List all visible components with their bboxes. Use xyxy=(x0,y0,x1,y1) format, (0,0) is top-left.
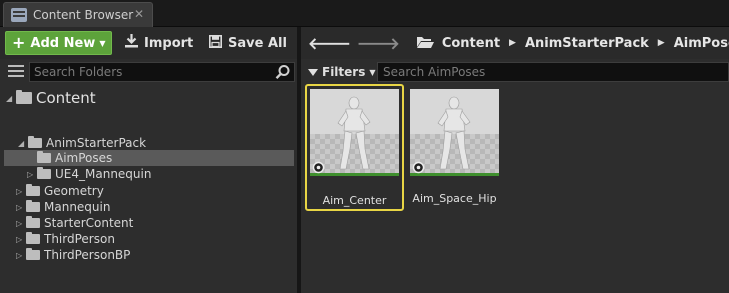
sources-toggle-icon[interactable] xyxy=(8,65,24,79)
asset-tile-aim-space-hip[interactable]: Aim_Space_Hip xyxy=(405,84,504,211)
tree-item-geometry[interactable]: ▷ Geometry xyxy=(16,183,104,199)
sources-panel: + Add New ▼ Import Save All Search Folde… xyxy=(0,27,297,293)
tree-item-content[interactable]: ◢ Content xyxy=(6,89,96,107)
animation-asset-icon xyxy=(412,161,425,174)
folder-open-icon xyxy=(16,90,32,104)
asset-name: Aim_Center xyxy=(322,194,387,207)
folder-search-box[interactable] xyxy=(29,62,295,82)
import-button[interactable]: Import xyxy=(125,31,193,55)
breadcrumb-animstarterpack[interactable]: AnimStarterPack xyxy=(525,36,649,51)
asset-view-panel: 🡐 🡒 Content ▶ AnimStarterPack ▶ AimPoses… xyxy=(301,27,729,293)
tab-content-browser[interactable]: Content Browser ✕ xyxy=(3,2,153,27)
tree-item-label: UE4_Mannequin xyxy=(55,167,152,181)
folder-search-input[interactable] xyxy=(30,63,260,81)
breadcrumb-content[interactable]: Content xyxy=(442,36,500,51)
collapsed-arrow-icon: ▷ xyxy=(16,202,23,212)
folder-icon xyxy=(26,216,40,228)
folder-open-icon xyxy=(416,35,434,51)
save-all-button[interactable]: Save All xyxy=(209,31,287,55)
chevron-right-icon[interactable]: ▶ xyxy=(509,38,516,48)
folder-search-row xyxy=(0,61,297,83)
plus-icon: + xyxy=(12,33,26,52)
tree-item-ue4-mannequin[interactable]: ▷ UE4_Mannequin xyxy=(27,166,151,182)
search-icon[interactable] xyxy=(275,64,291,80)
tree-item-label: AimPoses xyxy=(55,151,113,165)
asset-thumbnail xyxy=(410,89,499,176)
collapsed-arrow-icon: ▷ xyxy=(16,234,23,244)
tab-title: Content Browser xyxy=(33,8,134,22)
save-all-label: Save All xyxy=(228,35,287,51)
import-label: Import xyxy=(144,35,194,51)
download-icon xyxy=(125,34,138,52)
animation-asset-icon xyxy=(312,161,325,174)
folder-icon xyxy=(26,248,40,260)
save-icon xyxy=(209,34,222,52)
add-new-button[interactable]: + Add New ▼ xyxy=(5,31,112,55)
filter-row: Filters ▼ xyxy=(301,61,729,83)
tree-item-label: ThirdPerson xyxy=(44,232,115,246)
tree-item-animstarterpack[interactable]: ◢ AnimStarterPack xyxy=(18,135,146,151)
folder-open-icon xyxy=(28,136,42,148)
tree-item-label: StarterContent xyxy=(44,216,134,230)
folder-icon xyxy=(26,184,40,196)
folder-icon xyxy=(37,151,51,163)
asset-search-box[interactable] xyxy=(377,62,729,82)
chevron-down-icon: ▼ xyxy=(369,67,376,77)
path-bar: 🡐 🡒 Content ▶ AnimStarterPack ▶ AimPoses… xyxy=(301,27,729,59)
expanded-arrow-icon: ◢ xyxy=(18,138,25,148)
asset-search-input[interactable] xyxy=(378,63,718,81)
asset-tile-aim-center[interactable]: Aim_Center xyxy=(305,84,404,211)
main-toolbar: + Add New ▼ Import Save All xyxy=(0,27,297,59)
chevron-right-icon[interactable]: ▶ xyxy=(658,38,665,48)
back-arrow-icon[interactable]: 🡐 xyxy=(308,33,351,53)
asset-thumbnail xyxy=(310,89,399,176)
tree-item-thirdpersonbp[interactable]: ▷ ThirdPersonBP xyxy=(16,247,130,263)
expanded-arrow-icon: ◢ xyxy=(6,93,13,103)
tree-item-label: ThirdPersonBP xyxy=(44,248,131,262)
tree-item-startercontent[interactable]: ▷ StarterContent xyxy=(16,215,133,231)
collapsed-arrow-icon: ▷ xyxy=(16,218,23,228)
tree-item-aimposes[interactable]: AimPoses xyxy=(37,150,112,166)
folder-icon xyxy=(26,232,40,244)
folder-icon xyxy=(26,200,40,212)
collapsed-arrow-icon: ▷ xyxy=(16,250,23,260)
tree-item-thirdperson[interactable]: ▷ ThirdPerson xyxy=(16,231,115,247)
tree-item-label: Geometry xyxy=(44,184,104,198)
tree-item-label: Mannequin xyxy=(44,200,111,214)
content-browser-icon xyxy=(11,8,27,22)
filters-label: Filters xyxy=(322,65,366,79)
tree-item-label: AnimStarterPack xyxy=(46,136,147,150)
add-new-label: Add New xyxy=(30,35,96,51)
tree-item-mannequin[interactable]: ▷ Mannequin xyxy=(16,199,110,215)
filters-button[interactable]: Filters ▼ xyxy=(308,64,376,80)
tree-item-label: Content xyxy=(36,89,96,107)
breadcrumb-aimposes[interactable]: AimPoses xyxy=(674,36,729,51)
close-icon[interactable]: ✕ xyxy=(132,7,146,21)
forward-arrow-icon[interactable]: 🡒 xyxy=(357,33,400,53)
filter-icon xyxy=(308,68,318,76)
tab-strip: Content Browser ✕ xyxy=(0,0,729,27)
collapsed-arrow-icon: ▷ xyxy=(16,186,23,196)
folder-icon xyxy=(37,167,51,179)
chevron-down-icon: ▼ xyxy=(99,38,106,48)
asset-name: Aim_Space_Hip xyxy=(412,192,497,205)
collapsed-arrow-icon: ▷ xyxy=(27,169,34,179)
